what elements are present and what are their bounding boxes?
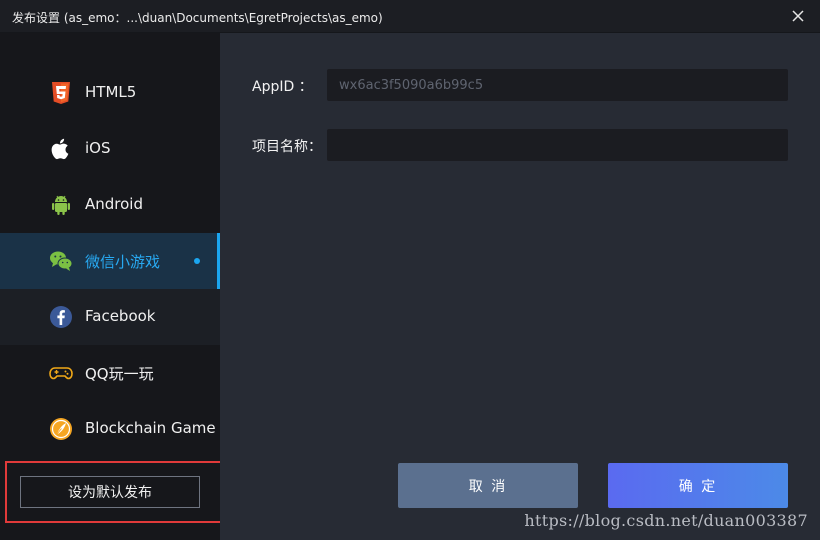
set-default-publish-button[interactable]: 设为默认发布 bbox=[20, 476, 200, 508]
sidebar-item-qq-play[interactable]: QQ玩一玩 bbox=[0, 345, 220, 401]
close-icon[interactable] bbox=[790, 8, 806, 24]
appid-label: AppID ： bbox=[252, 79, 313, 95]
sidebar-item-android[interactable]: Android bbox=[0, 177, 220, 233]
window-title: 发布设置 (as_emo：...\duan\Documents\EgretPro… bbox=[12, 11, 383, 25]
sidebar-item-label: QQ玩一玩 bbox=[85, 365, 154, 383]
html5-icon bbox=[52, 82, 70, 104]
title-bar: 发布设置 (as_emo：...\duan\Documents\EgretPro… bbox=[0, 0, 820, 33]
facebook-icon bbox=[50, 306, 72, 328]
sidebar-item-label: Android bbox=[85, 195, 143, 213]
settings-panel: AppID ： 项目名称： 取 消 确 定 bbox=[220, 33, 820, 540]
blockchain-icon bbox=[50, 418, 72, 440]
project-name-input[interactable] bbox=[327, 129, 788, 161]
sidebar-item-html5[interactable]: HTML5 bbox=[0, 65, 220, 121]
wechat-icon bbox=[50, 251, 73, 271]
confirm-button[interactable]: 确 定 bbox=[608, 463, 788, 508]
selected-dot-indicator bbox=[194, 258, 200, 264]
qq-game-icon bbox=[49, 367, 73, 380]
cancel-button[interactable]: 取 消 bbox=[398, 463, 578, 508]
sidebar-item-wechat-minigame[interactable]: 微信小游戏 bbox=[0, 233, 220, 289]
sidebar-item-label: HTML5 bbox=[85, 83, 137, 101]
sidebar-item-label: Facebook bbox=[85, 307, 156, 325]
project-name-label: 项目名称： bbox=[252, 139, 322, 155]
android-icon bbox=[52, 195, 70, 215]
sidebar-item-label: 微信小游戏 bbox=[85, 253, 161, 271]
sidebar-item-label: iOS bbox=[85, 139, 111, 157]
watermark-url: https://blog.csdn.net/duan003387 bbox=[524, 511, 808, 530]
sidebar-item-label: Blockchain Game bbox=[85, 419, 216, 437]
sidebar-item-blockchain-game[interactable]: Blockchain Game bbox=[0, 401, 220, 457]
sidebar-item-ios[interactable]: iOS bbox=[0, 121, 220, 177]
apple-icon bbox=[51, 138, 69, 160]
appid-input[interactable] bbox=[327, 69, 788, 101]
sidebar-item-facebook[interactable]: Facebook bbox=[0, 289, 220, 345]
